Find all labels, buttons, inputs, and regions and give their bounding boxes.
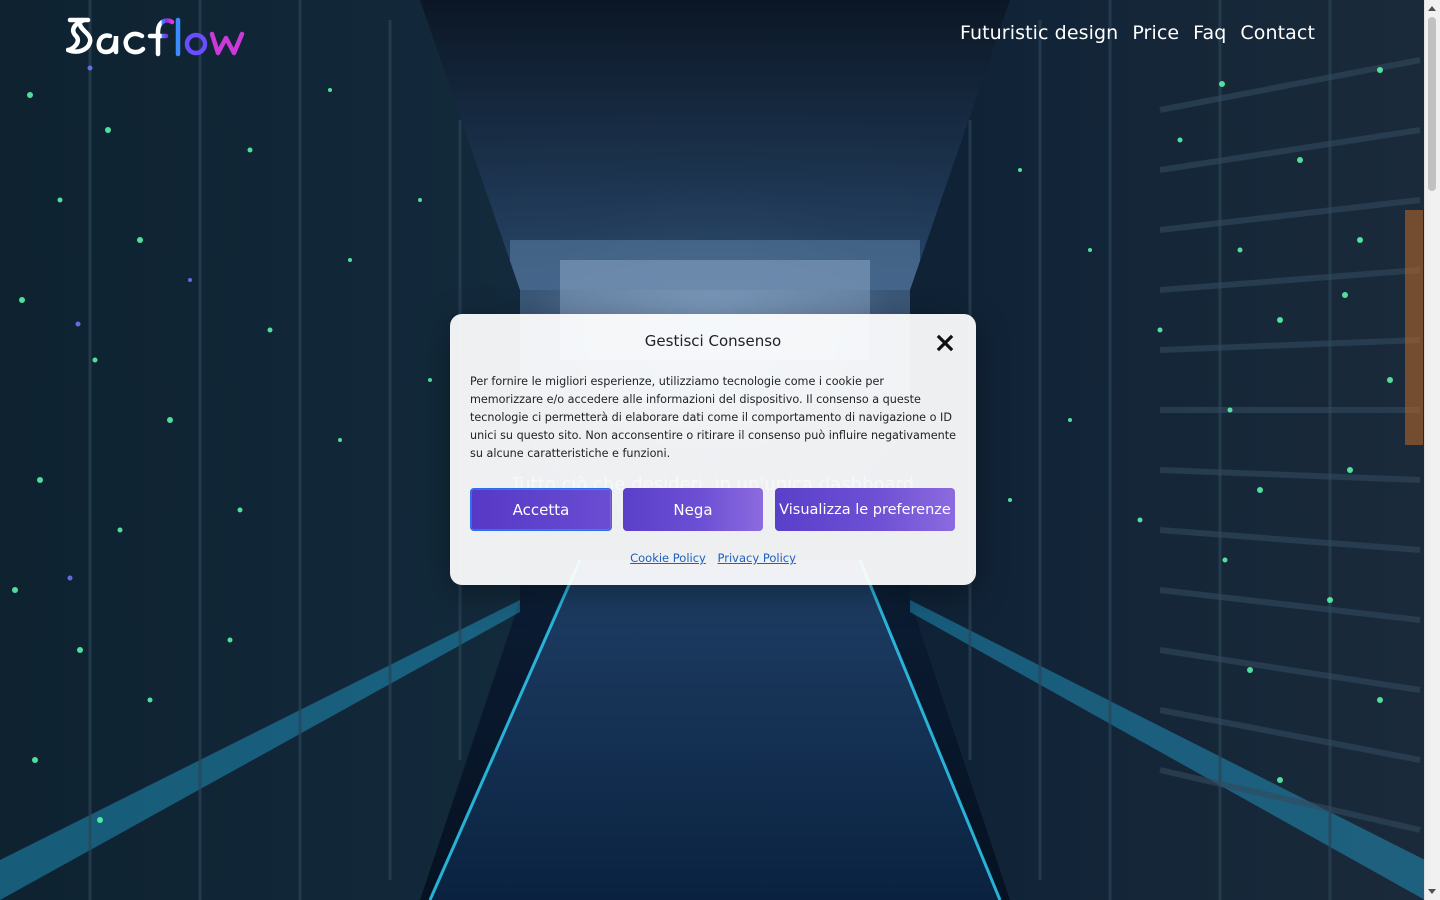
consent-title: Gestisci Consenso bbox=[644, 332, 782, 350]
policy-links: Cookie Policy Privacy Policy bbox=[450, 551, 976, 565]
close-icon[interactable] bbox=[935, 333, 955, 353]
scroll-down-arrow-icon[interactable] bbox=[1428, 889, 1436, 894]
accept-button[interactable]: Accetta bbox=[470, 488, 612, 531]
page-scrollbar[interactable] bbox=[1424, 0, 1440, 900]
scroll-up-arrow-icon[interactable] bbox=[1428, 6, 1436, 11]
main-nav: Futuristic design Price Faq Contact bbox=[960, 22, 1315, 44]
cookie-policy-link[interactable]: Cookie Policy bbox=[630, 551, 706, 565]
logo-icon bbox=[65, 17, 245, 57]
consent-description: Per fornire le migliori esperienze, util… bbox=[470, 375, 957, 460]
view-preferences-button[interactable]: Visualizza le preferenze bbox=[775, 488, 955, 531]
nav-link-price[interactable]: Price bbox=[1132, 22, 1179, 44]
brand-logo[interactable] bbox=[65, 14, 246, 58]
nav-link-faq[interactable]: Faq bbox=[1193, 22, 1226, 44]
deny-button[interactable]: Nega bbox=[623, 488, 763, 531]
nav-link-contact[interactable]: Contact bbox=[1240, 22, 1315, 44]
scrollbar-thumb[interactable] bbox=[1428, 17, 1436, 191]
privacy-policy-link[interactable]: Privacy Policy bbox=[718, 551, 796, 565]
nav-link-futuristic-design[interactable]: Futuristic design bbox=[960, 22, 1118, 44]
cookie-consent-dialog: Gestisci Consenso Per fornire le miglior… bbox=[450, 314, 976, 585]
